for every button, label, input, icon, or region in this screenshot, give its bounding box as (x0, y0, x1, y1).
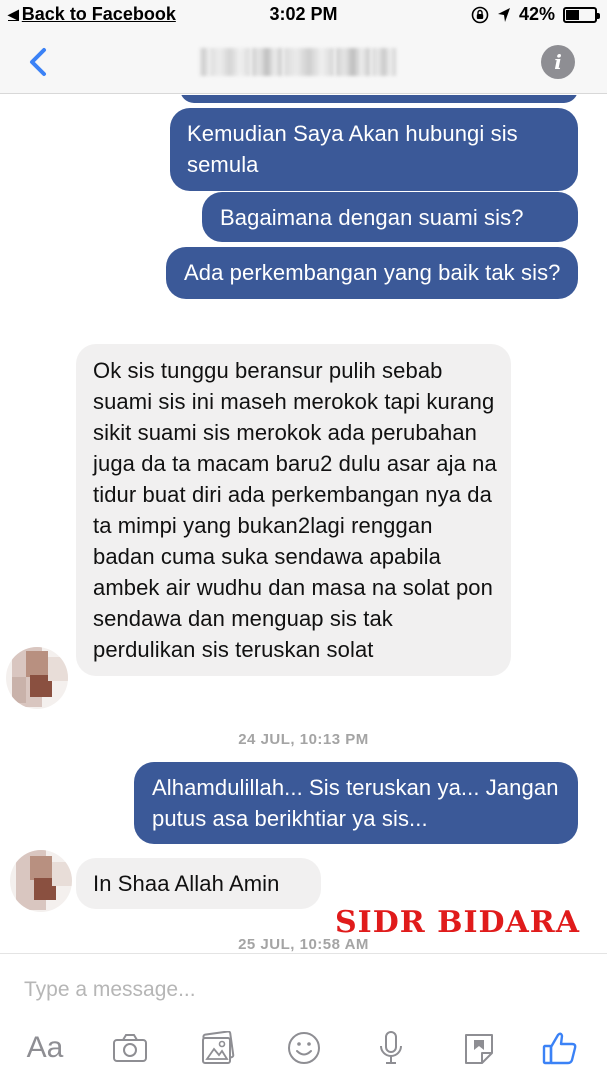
contact-avatar (6, 647, 68, 709)
camera-icon[interactable] (106, 1024, 154, 1072)
gallery-icon[interactable] (194, 1024, 242, 1072)
composer-toolbar: Aa (0, 1024, 607, 1072)
text-format-button[interactable]: Aa (20, 1024, 70, 1072)
contact-name-redacted[interactable] (200, 46, 410, 78)
conversation-header: i (0, 30, 607, 94)
message-bubble-incoming: Ok sis tunggu beransur pulih sebab suami… (76, 344, 511, 676)
message-composer: Aa (0, 953, 607, 1080)
back-to-facebook-label: Back to Facebook (21, 4, 176, 24)
watermark: SIDR BIDARA (335, 905, 580, 940)
message-bubble-incoming: In Shaa Allah Amin (76, 858, 321, 909)
contact-avatar (10, 850, 72, 912)
info-icon[interactable]: i (541, 45, 575, 79)
back-triangle-icon: ◀ (8, 6, 19, 22)
message-input[interactable] (24, 976, 564, 1004)
back-chevron-icon[interactable] (24, 44, 54, 80)
sticker-icon[interactable] (455, 1024, 503, 1072)
message-bubble-outgoing: Alhamdulillah... Sis teruskan ya... Jang… (134, 762, 578, 844)
status-indicators: 42% (471, 4, 600, 25)
emoji-icon[interactable] (280, 1024, 328, 1072)
message-bubble-outgoing: Kemudian Saya Akan hubungi sis semula (170, 108, 578, 191)
battery-icon (563, 6, 600, 23)
orientation-lock-icon (471, 6, 489, 23)
back-to-facebook-link[interactable]: ◀ Back to Facebook (8, 4, 176, 25)
microphone-icon[interactable] (367, 1024, 415, 1072)
battery-percentage: 42% (518, 4, 555, 24)
message-bubble-outgoing-cutoff (180, 95, 578, 103)
message-timestamp: 25 JUL, 10:58 AM (238, 936, 369, 953)
location-arrow-icon (497, 7, 510, 22)
thumbs-up-icon[interactable] (536, 1024, 584, 1072)
message-bubble-outgoing: Ada perkembangan yang baik tak sis? (166, 247, 578, 299)
status-bar: ◀ Back to Facebook 3:02 PM 42% (0, 0, 607, 30)
message-bubble-outgoing: Bagaimana dengan suami sis? (202, 192, 578, 242)
message-thread[interactable]: Kemudian Saya Akan hubungi sis semula Ba… (0, 95, 607, 953)
message-timestamp: 24 JUL, 10:13 PM (238, 731, 369, 748)
